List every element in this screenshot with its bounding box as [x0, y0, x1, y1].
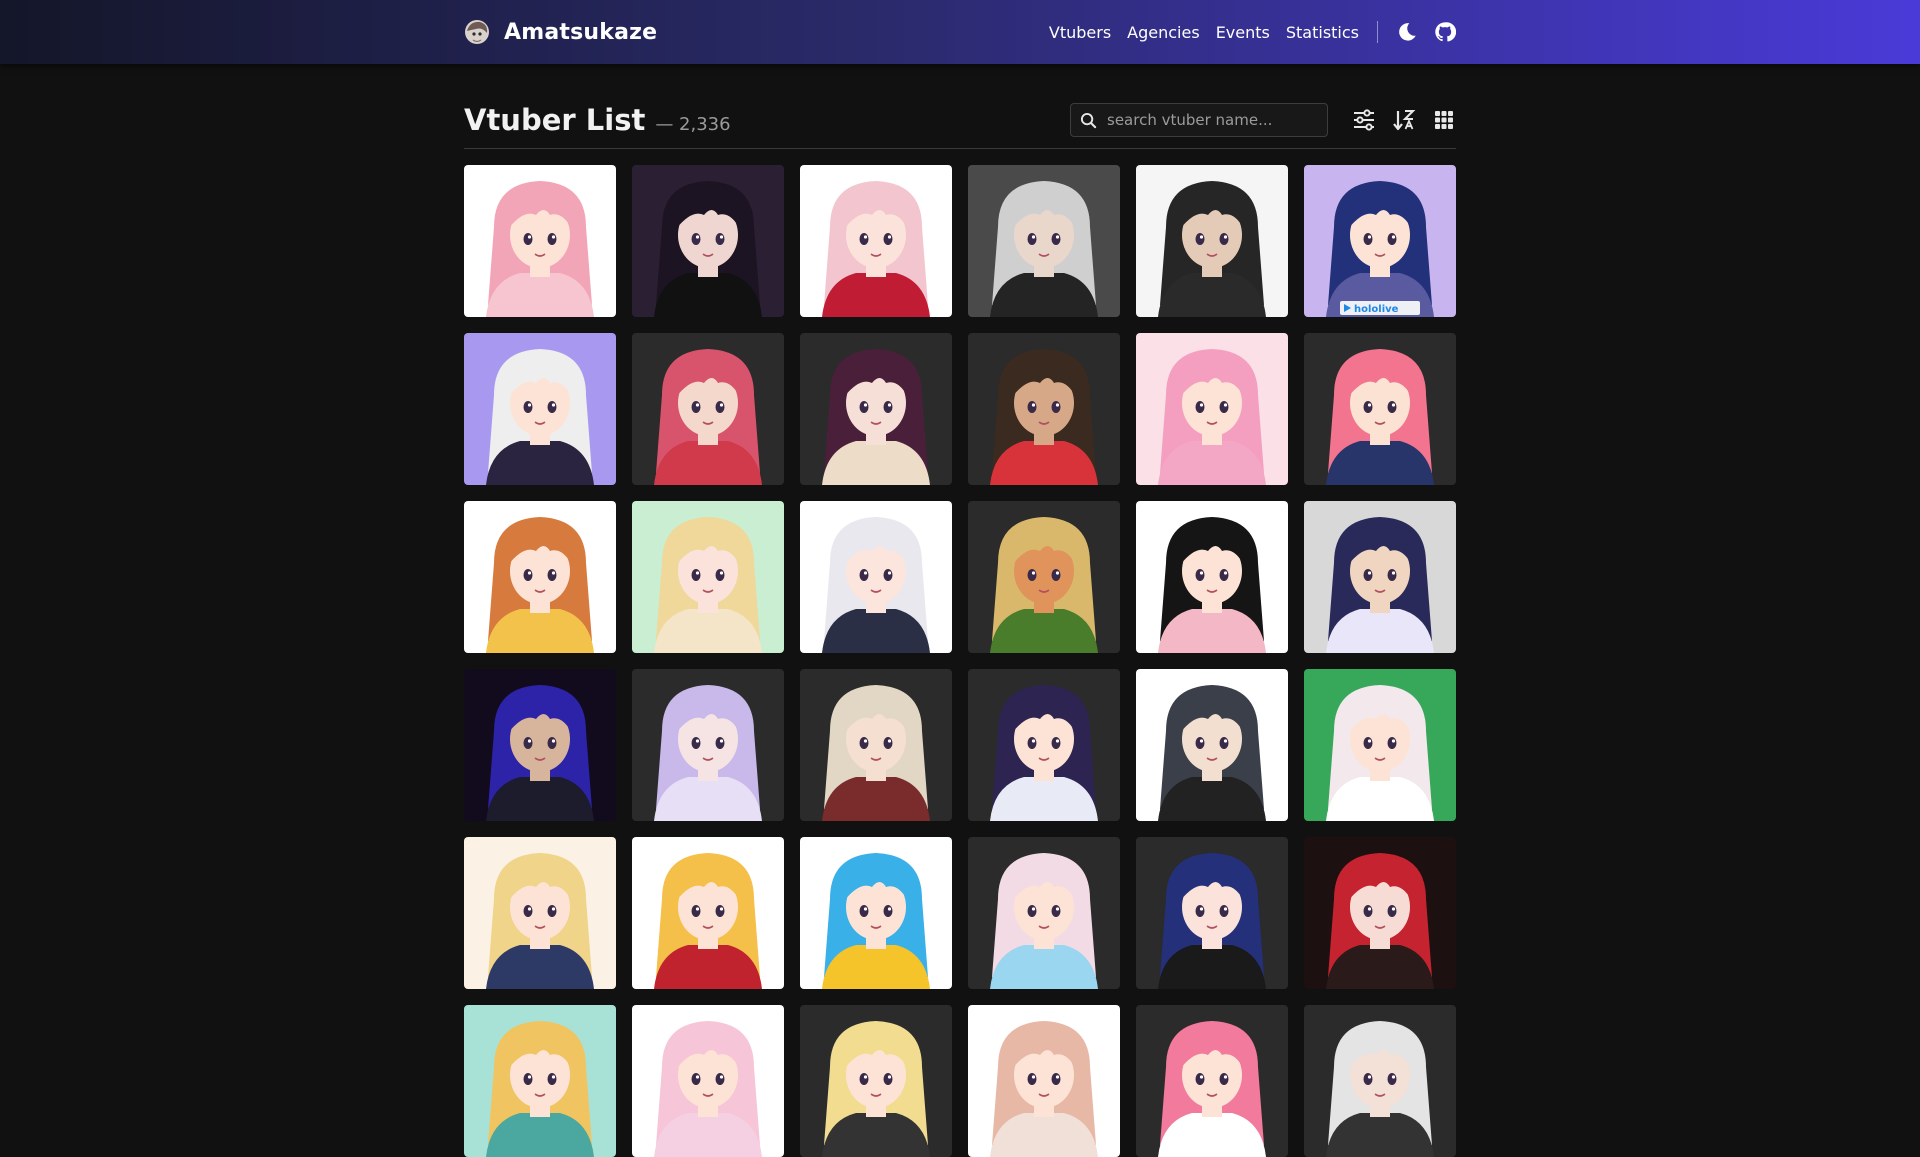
- github-icon[interactable]: [1434, 21, 1456, 43]
- vtuber-card[interactable]: [632, 1005, 784, 1157]
- vtuber-card[interactable]: [1304, 501, 1456, 653]
- vtuber-card[interactable]: [968, 165, 1120, 317]
- vtuber-card[interactable]: [968, 501, 1120, 653]
- vtuber-card[interactable]: [968, 333, 1120, 485]
- vtuber-avatar-image: [464, 165, 616, 317]
- vtuber-avatar-image: [968, 501, 1120, 653]
- vtuber-avatar-image: [632, 165, 784, 317]
- vtuber-card[interactable]: [464, 669, 616, 821]
- vtuber-card[interactable]: [632, 165, 784, 317]
- vtuber-grid: hololive: [464, 165, 1456, 1157]
- vtuber-avatar-image: [464, 669, 616, 821]
- vtuber-avatar-image: hololive: [1304, 165, 1456, 317]
- vtuber-avatar-image: [632, 1005, 784, 1157]
- vtuber-card[interactable]: [632, 669, 784, 821]
- vtuber-card[interactable]: [968, 1005, 1120, 1157]
- vtuber-avatar-image: [1304, 333, 1456, 485]
- vtuber-card[interactable]: [632, 333, 784, 485]
- vtuber-avatar-image: [632, 333, 784, 485]
- brand-logo-icon: [465, 20, 489, 44]
- nav-link-vtubers[interactable]: Vtubers: [1049, 23, 1111, 42]
- vtuber-avatar-image: [1304, 837, 1456, 989]
- vtuber-avatar-image: [1136, 501, 1288, 653]
- vtuber-avatar-image: [1136, 165, 1288, 317]
- vtuber-card[interactable]: [1136, 1005, 1288, 1157]
- vtuber-avatar-image: [968, 165, 1120, 317]
- search-box[interactable]: [1070, 103, 1328, 137]
- vtuber-avatar-image: [632, 837, 784, 989]
- brand-name: Amatsukaze: [504, 19, 658, 45]
- grid-view-icon[interactable]: [1432, 108, 1456, 132]
- vtuber-count: — 2,336: [655, 113, 731, 135]
- vtuber-avatar-image: [1304, 501, 1456, 653]
- vtuber-card[interactable]: [464, 333, 616, 485]
- vtuber-card[interactable]: [800, 1005, 952, 1157]
- vtuber-avatar-image: [800, 333, 952, 485]
- svg-text:hololive: hololive: [1354, 304, 1399, 315]
- vtuber-avatar-image: [800, 165, 952, 317]
- vtuber-avatar-image: [968, 669, 1120, 821]
- header-divider: [464, 148, 1456, 149]
- vtuber-card[interactable]: [632, 501, 784, 653]
- vtuber-card[interactable]: [800, 333, 952, 485]
- search-input[interactable]: [1071, 104, 1327, 136]
- vtuber-card[interactable]: [1304, 837, 1456, 989]
- vtuber-avatar-image: [464, 501, 616, 653]
- vtuber-avatar-image: [800, 669, 952, 821]
- vtuber-avatar-image: [464, 1005, 616, 1157]
- toolbar: [1070, 103, 1456, 137]
- vtuber-avatar-image: [1136, 1005, 1288, 1157]
- vtuber-avatar-image: [1304, 669, 1456, 821]
- brand-link[interactable]: Amatsukaze: [464, 19, 657, 45]
- vtuber-card[interactable]: [632, 837, 784, 989]
- nav-link-events[interactable]: Events: [1216, 23, 1270, 42]
- search-icon: [1080, 112, 1097, 129]
- vtuber-avatar-image: [800, 501, 952, 653]
- vtuber-card[interactable]: [1304, 1005, 1456, 1157]
- vtuber-card[interactable]: [968, 669, 1120, 821]
- vtuber-card[interactable]: [800, 837, 952, 989]
- navbar-inner: Amatsukaze Vtubers Agencies Events Stati…: [464, 0, 1456, 64]
- page-header: Vtuber List — 2,336: [464, 92, 1456, 148]
- vtuber-card[interactable]: [464, 165, 616, 317]
- vtuber-card[interactable]: [1136, 501, 1288, 653]
- nav-link-agencies[interactable]: Agencies: [1127, 23, 1200, 42]
- vtuber-avatar-image: [1136, 333, 1288, 485]
- vtuber-card[interactable]: [464, 837, 616, 989]
- vtuber-avatar-image: [800, 837, 952, 989]
- filter-sliders-icon[interactable]: [1352, 108, 1376, 132]
- vtuber-card[interactable]: [800, 165, 952, 317]
- vtuber-avatar-image: [464, 333, 616, 485]
- vtuber-avatar-image: [968, 837, 1120, 989]
- vtuber-avatar-image: [1304, 1005, 1456, 1157]
- navbar: Amatsukaze Vtubers Agencies Events Stati…: [0, 0, 1920, 64]
- vtuber-card[interactable]: [1136, 669, 1288, 821]
- vtuber-avatar-image: [632, 669, 784, 821]
- vtuber-card[interactable]: [1304, 669, 1456, 821]
- nav-separator: [1377, 21, 1378, 43]
- vtuber-card[interactable]: [968, 837, 1120, 989]
- vtuber-card[interactable]: [800, 501, 952, 653]
- vtuber-avatar-image: [632, 501, 784, 653]
- nav-links: Vtubers Agencies Events Statistics: [1049, 21, 1456, 43]
- vtuber-card[interactable]: [800, 669, 952, 821]
- page-title: Vtuber List: [464, 103, 646, 137]
- vtuber-card[interactable]: hololive: [1304, 165, 1456, 317]
- vtuber-card[interactable]: [1136, 333, 1288, 485]
- vtuber-card[interactable]: [464, 1005, 616, 1157]
- nav-link-statistics[interactable]: Statistics: [1286, 23, 1359, 42]
- vtuber-avatar-image: [1136, 669, 1288, 821]
- hololive-badge: hololive: [1340, 301, 1420, 315]
- vtuber-avatar-image: [968, 333, 1120, 485]
- vtuber-card[interactable]: [464, 501, 616, 653]
- moon-icon[interactable]: [1396, 21, 1418, 43]
- vtuber-card[interactable]: [1136, 165, 1288, 317]
- vtuber-avatar-image: [968, 1005, 1120, 1157]
- vtuber-card[interactable]: [1136, 837, 1288, 989]
- vtuber-avatar-image: [1136, 837, 1288, 989]
- vtuber-avatar-image: [464, 837, 616, 989]
- vtuber-card[interactable]: [1304, 333, 1456, 485]
- vtuber-avatar-image: [800, 1005, 952, 1157]
- sort-icon[interactable]: [1392, 108, 1416, 132]
